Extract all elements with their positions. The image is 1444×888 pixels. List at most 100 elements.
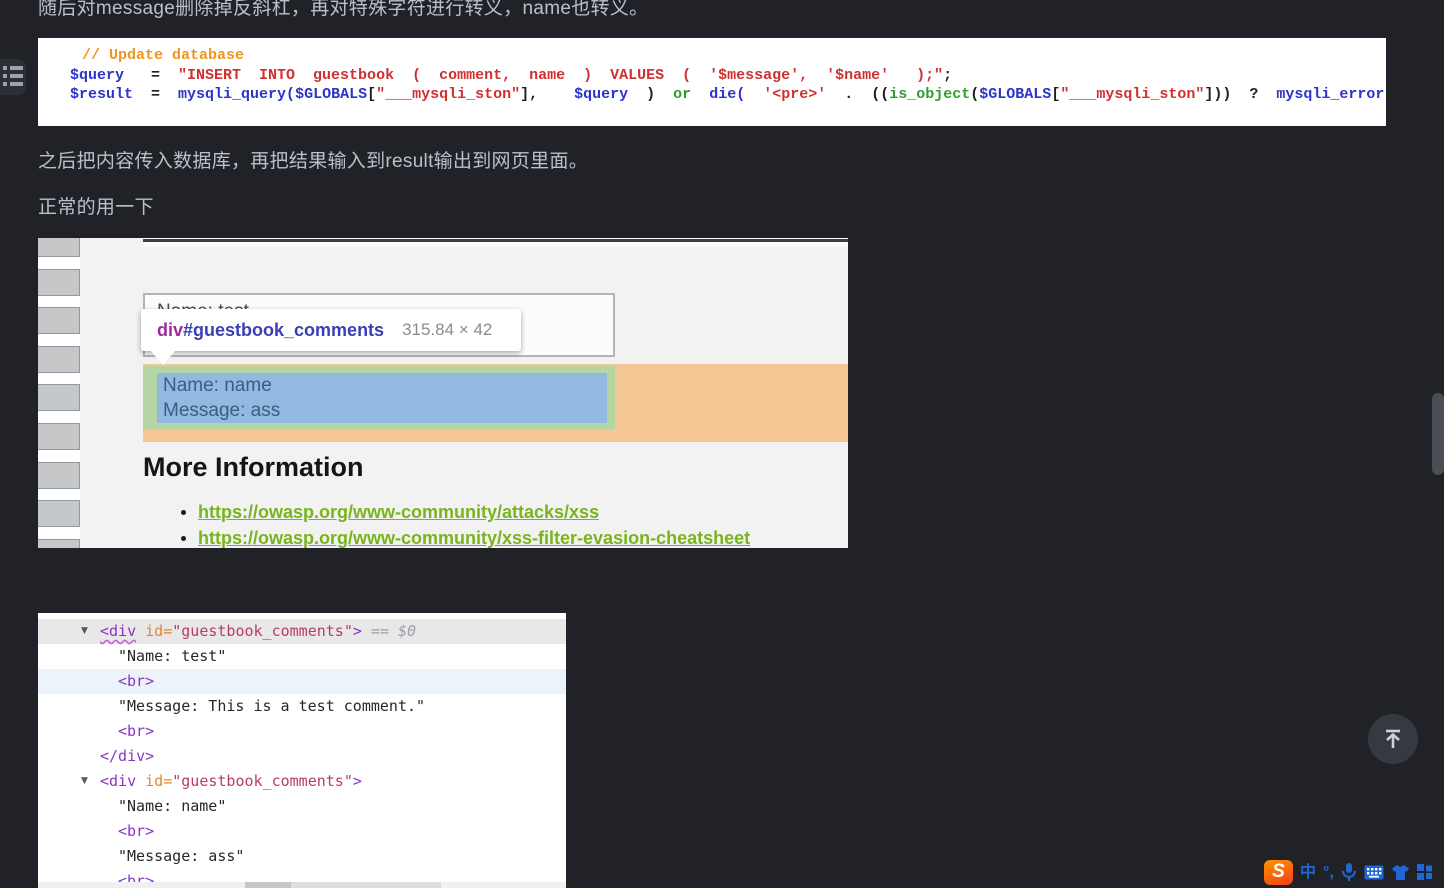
code-token: [: [1051, 86, 1060, 103]
ime-keyboard-button[interactable]: [1364, 865, 1384, 880]
code-token: "___mysqli_ston": [1060, 86, 1204, 103]
devtools-row-text: "Message: ass": [38, 844, 244, 869]
code-token: // mysql_close(): [82, 125, 226, 126]
code-line: // Update database: [38, 46, 1386, 66]
code-lines: // Update database $query = "INSERT INTO …: [38, 38, 1386, 126]
code-token: "___mysqli_ston": [376, 86, 520, 103]
dvwa-menu-button: [38, 238, 80, 257]
php-code-block: // Update database $query = "INSERT INTO …: [38, 38, 1386, 126]
code-token: ],: [520, 86, 574, 103]
code-token: [691, 86, 709, 103]
code-line: $result = mysqli_query($GLOBALS["___mysq…: [38, 85, 1386, 105]
devtools-token: "Name: name": [118, 797, 226, 815]
devtools-token: "guestbook_comments": [172, 622, 353, 640]
toc-button[interactable]: [0, 59, 26, 95]
code-token: ?: [1231, 86, 1276, 103]
code-token: is_object: [889, 86, 970, 103]
dvwa-menu-button: [38, 307, 80, 334]
devtools-token: $0: [398, 622, 416, 640]
tooltip-element-size: 315.84 × 42: [402, 320, 492, 340]
code-token: // Update database: [82, 47, 244, 64]
code-token: [745, 86, 763, 103]
textarea-bottom-edge: [143, 238, 848, 247]
devtools-token: "Name: test": [118, 647, 226, 665]
devtools-row: <br>: [38, 669, 566, 694]
tooltip-tag-name: div: [157, 320, 183, 341]
dvwa-menu-button: [38, 269, 80, 296]
ime-voice-button[interactable]: [1341, 862, 1357, 882]
ime-punctuation-button[interactable]: °,: [1323, 860, 1334, 885]
list-icon: [3, 66, 23, 90]
dvwa-menu-button: [38, 346, 80, 373]
devtools-token: <br>: [118, 722, 154, 740]
devtools-token: >: [353, 772, 362, 790]
devtools-token: =: [163, 622, 172, 640]
code-token: ;: [943, 67, 952, 84]
dvwa-menu-button: [38, 462, 80, 489]
devtools-row-text: "Name: name": [38, 794, 226, 819]
ime-toolbox-button[interactable]: [1417, 864, 1433, 880]
devtools-row: "Message: ass": [38, 844, 566, 869]
devtools-hscrollbar: [38, 882, 566, 888]
paragraph-normal-use: 正常的用一下: [38, 192, 154, 219]
code-line: $query = "INSERT INTO guestbook ( commen…: [38, 66, 1386, 86]
devtools-token: "Message: This is a test comment.": [118, 697, 425, 715]
devtools-row: </div>: [38, 744, 566, 769]
devtools-token: <br>: [118, 822, 154, 840]
devtools-row-text: <div id="guestbook_comments"> == $0: [38, 619, 416, 644]
dvwa-menu-button: [38, 500, 80, 527]
keyboard-icon: [1364, 865, 1384, 880]
devtools-row: "Message: This is a test comment.": [38, 694, 566, 719]
devtools-token: [136, 622, 145, 640]
devtools-row-text: <br>: [38, 669, 154, 694]
devtools-token: ==: [362, 622, 398, 640]
code-token: or: [673, 86, 691, 103]
devtools-row-text: "Name: test": [38, 644, 226, 669]
ime-toolbar: S 中 °,: [1264, 857, 1444, 887]
tooltip-arrow: [150, 350, 176, 365]
comment-message-line: Message: ass: [163, 398, 601, 423]
screenshot-devtools-elements[interactable]: <br>▼<div id="guestbook_comments"> == $0…: [38, 613, 566, 888]
code-token: $result: [70, 86, 133, 103]
code-token: die(: [709, 86, 745, 103]
back-to-top-button[interactable]: [1368, 714, 1418, 764]
code-token: [: [367, 86, 376, 103]
code-token: '<pre>': [763, 86, 826, 103]
code-token: mysqli_query(: [178, 86, 295, 103]
comment-name-line: Name: name: [163, 373, 601, 398]
owasp-link: https://owasp.org/www-community/xss-filt…: [198, 527, 750, 548]
sogou-logo-icon[interactable]: S: [1264, 860, 1293, 885]
devtools-token: =: [163, 772, 172, 790]
devtools-row: <br>: [38, 719, 566, 744]
highlighted-guestbook-div: Name: name Message: ass: [157, 373, 607, 423]
devtools-token: "Message: ass": [118, 847, 244, 865]
devtools-row: <br>: [38, 819, 566, 844]
devtools-row-text: </div>: [38, 744, 154, 769]
devtools-row-text: "Message: This is a test comment.": [38, 694, 425, 719]
code-token: ])): [1204, 86, 1231, 103]
devtools-token: >: [353, 622, 362, 640]
devtools-row: ▼<div id="guestbook_comments"> == $0: [38, 619, 566, 644]
code-token: ): [628, 86, 673, 103]
more-information-heading: More Information: [143, 452, 364, 483]
code-token: $GLOBALS: [295, 86, 367, 103]
code-token: =: [124, 67, 178, 84]
devtools-token: id: [145, 772, 163, 790]
devtools-row-text: <br>: [38, 819, 154, 844]
page-scrollbar-thumb[interactable]: [1432, 393, 1444, 475]
code-line: // mysql_close(): [38, 124, 1386, 126]
devtools-token: <br>: [118, 613, 154, 615]
dvwa-menu-button: [38, 423, 80, 450]
code-token: mysqli_error(: [1276, 86, 1386, 103]
inspect-tooltip: div#guestbook_comments 315.84 × 42: [141, 309, 521, 351]
code-line: [38, 105, 1386, 125]
expand-arrow-icon: ▼: [81, 619, 88, 644]
ime-skin-button[interactable]: [1391, 864, 1410, 881]
screenshot-dvwa-inspect[interactable]: Name: test Name: name Message: ass div#g…: [38, 238, 848, 548]
devtools-token: </div>: [100, 747, 154, 765]
ime-chinese-mode-button[interactable]: 中: [1300, 860, 1316, 885]
expand-arrow-icon: ▼: [81, 769, 88, 794]
devtools-token: id: [145, 622, 163, 640]
code-token: =: [133, 86, 178, 103]
dvwa-menu-button: [38, 539, 80, 548]
